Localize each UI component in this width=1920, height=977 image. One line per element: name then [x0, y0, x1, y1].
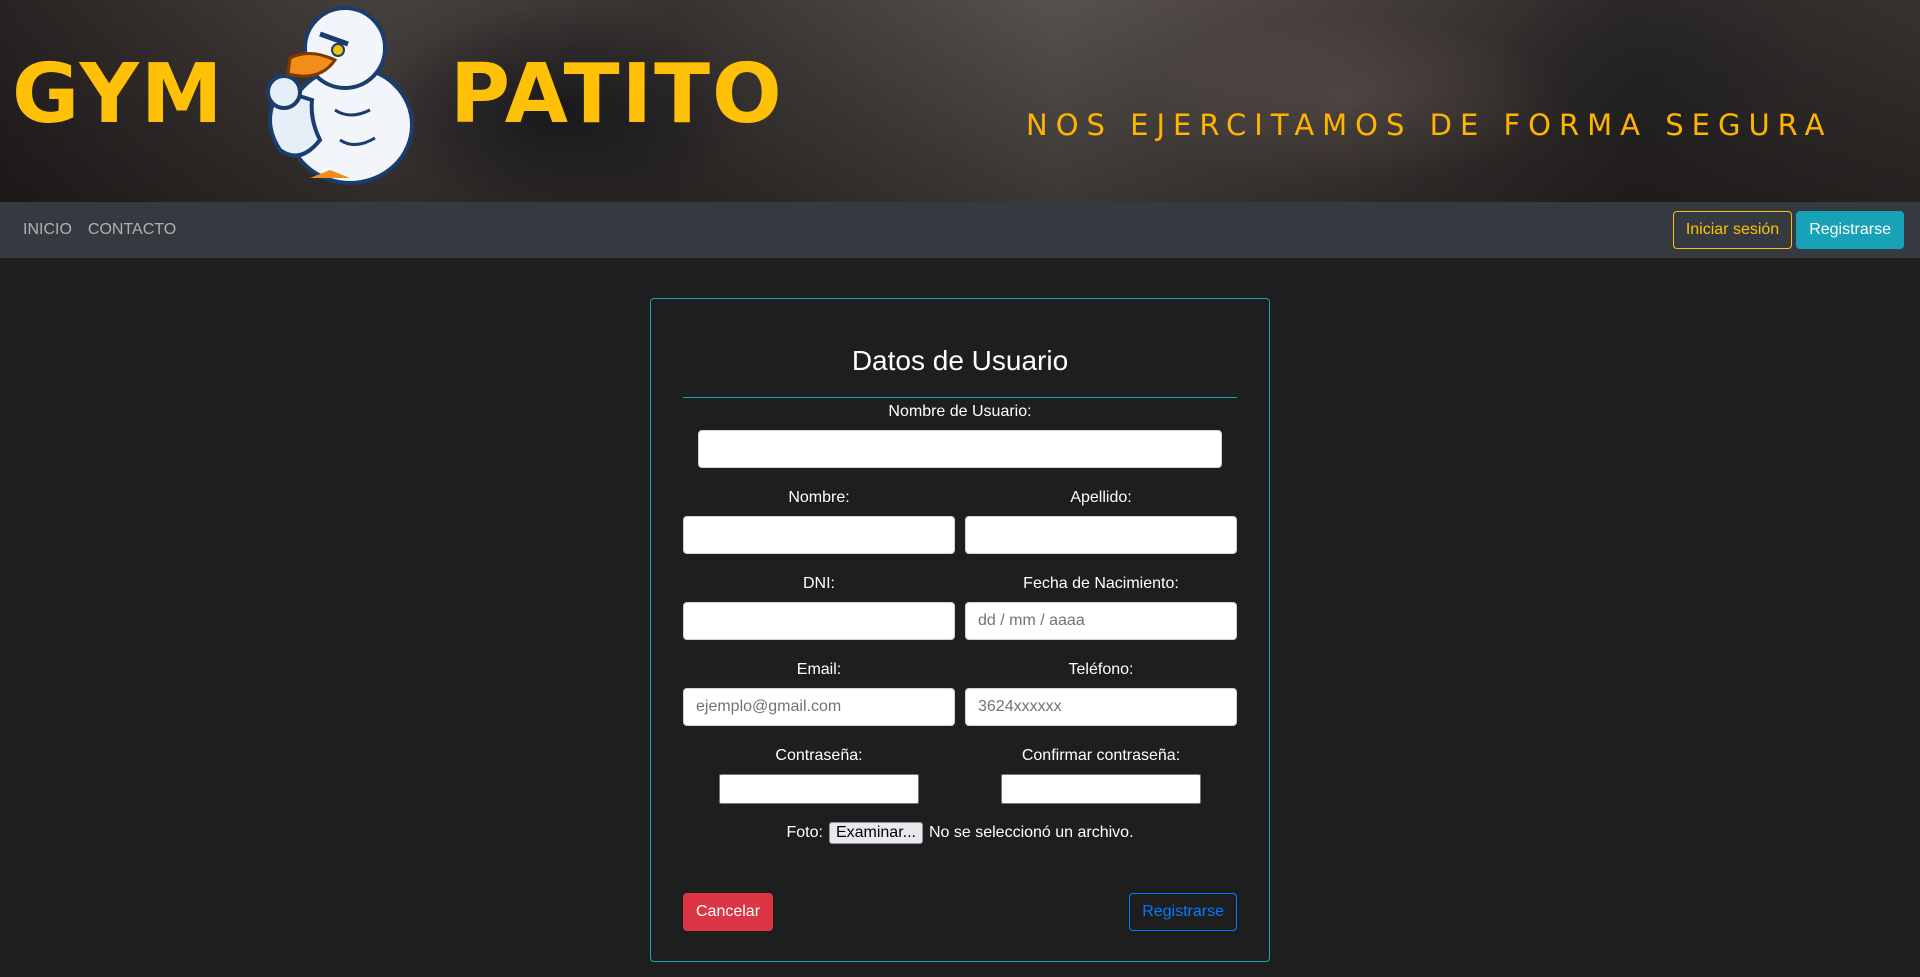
- fecha-label: Fecha de Nacimiento:: [1023, 575, 1179, 592]
- navbar: INICIO CONTACTO Iniciar sesión Registrar…: [0, 202, 1920, 258]
- confirm-password-input[interactable]: [1001, 774, 1201, 804]
- nav-link-contacto[interactable]: CONTACTO: [88, 221, 176, 239]
- telefono-label: Teléfono:: [1068, 661, 1134, 678]
- password-label: Contraseña:: [775, 747, 863, 764]
- nav-actions: Iniciar sesión Registrarse: [1672, 211, 1904, 249]
- dni-label: DNI:: [803, 575, 835, 592]
- username-label: Nombre de Usuario:: [888, 403, 1032, 420]
- photo-label: Foto:: [786, 824, 823, 841]
- nombre-input[interactable]: [683, 516, 955, 554]
- email-input[interactable]: [683, 688, 955, 726]
- brand-gym-text: GYM: [12, 47, 225, 142]
- nombre-label: Nombre:: [788, 489, 850, 506]
- password-input[interactable]: [719, 774, 919, 804]
- phone-input[interactable]: [965, 688, 1237, 726]
- slogan-text: NOS EJERCITAMOS DE FORMA SEGURA: [1026, 108, 1833, 142]
- apellido-label: Apellido:: [1070, 489, 1132, 506]
- photo-upload-row: Foto: Examinar... No se seleccionó un ar…: [651, 822, 1269, 844]
- login-button[interactable]: Iniciar sesión: [1672, 211, 1793, 249]
- username-input[interactable]: [698, 430, 1222, 468]
- cancel-button[interactable]: Cancelar: [683, 893, 774, 931]
- email-label: Email:: [796, 661, 842, 678]
- apellido-input[interactable]: [965, 516, 1237, 554]
- birthdate-input[interactable]: [965, 602, 1237, 640]
- register-nav-button[interactable]: Registrarse: [1796, 211, 1904, 249]
- user-data-form: Datos de Usuario Nombre de Usuario: Nomb…: [650, 298, 1270, 962]
- title-divider: [683, 397, 1237, 398]
- duck-mascot-icon: [266, 6, 414, 185]
- file-status-text: No se seleccionó un archivo.: [928, 824, 1134, 841]
- brand-patito-text: PATITO: [450, 47, 784, 142]
- form-title: Datos de Usuario: [851, 345, 1069, 376]
- dni-input[interactable]: [683, 602, 955, 640]
- header-banner: GYM PATITO NOS EJERCITAMOS DE FORMA SEGU…: [0, 0, 1920, 202]
- browse-file-button[interactable]: Examinar...: [828, 822, 923, 844]
- confirm-password-label: Confirmar contraseña:: [1021, 747, 1181, 764]
- nav-link-inicio[interactable]: INICIO: [23, 221, 72, 239]
- submit-register-button[interactable]: Registrarse: [1129, 893, 1237, 931]
